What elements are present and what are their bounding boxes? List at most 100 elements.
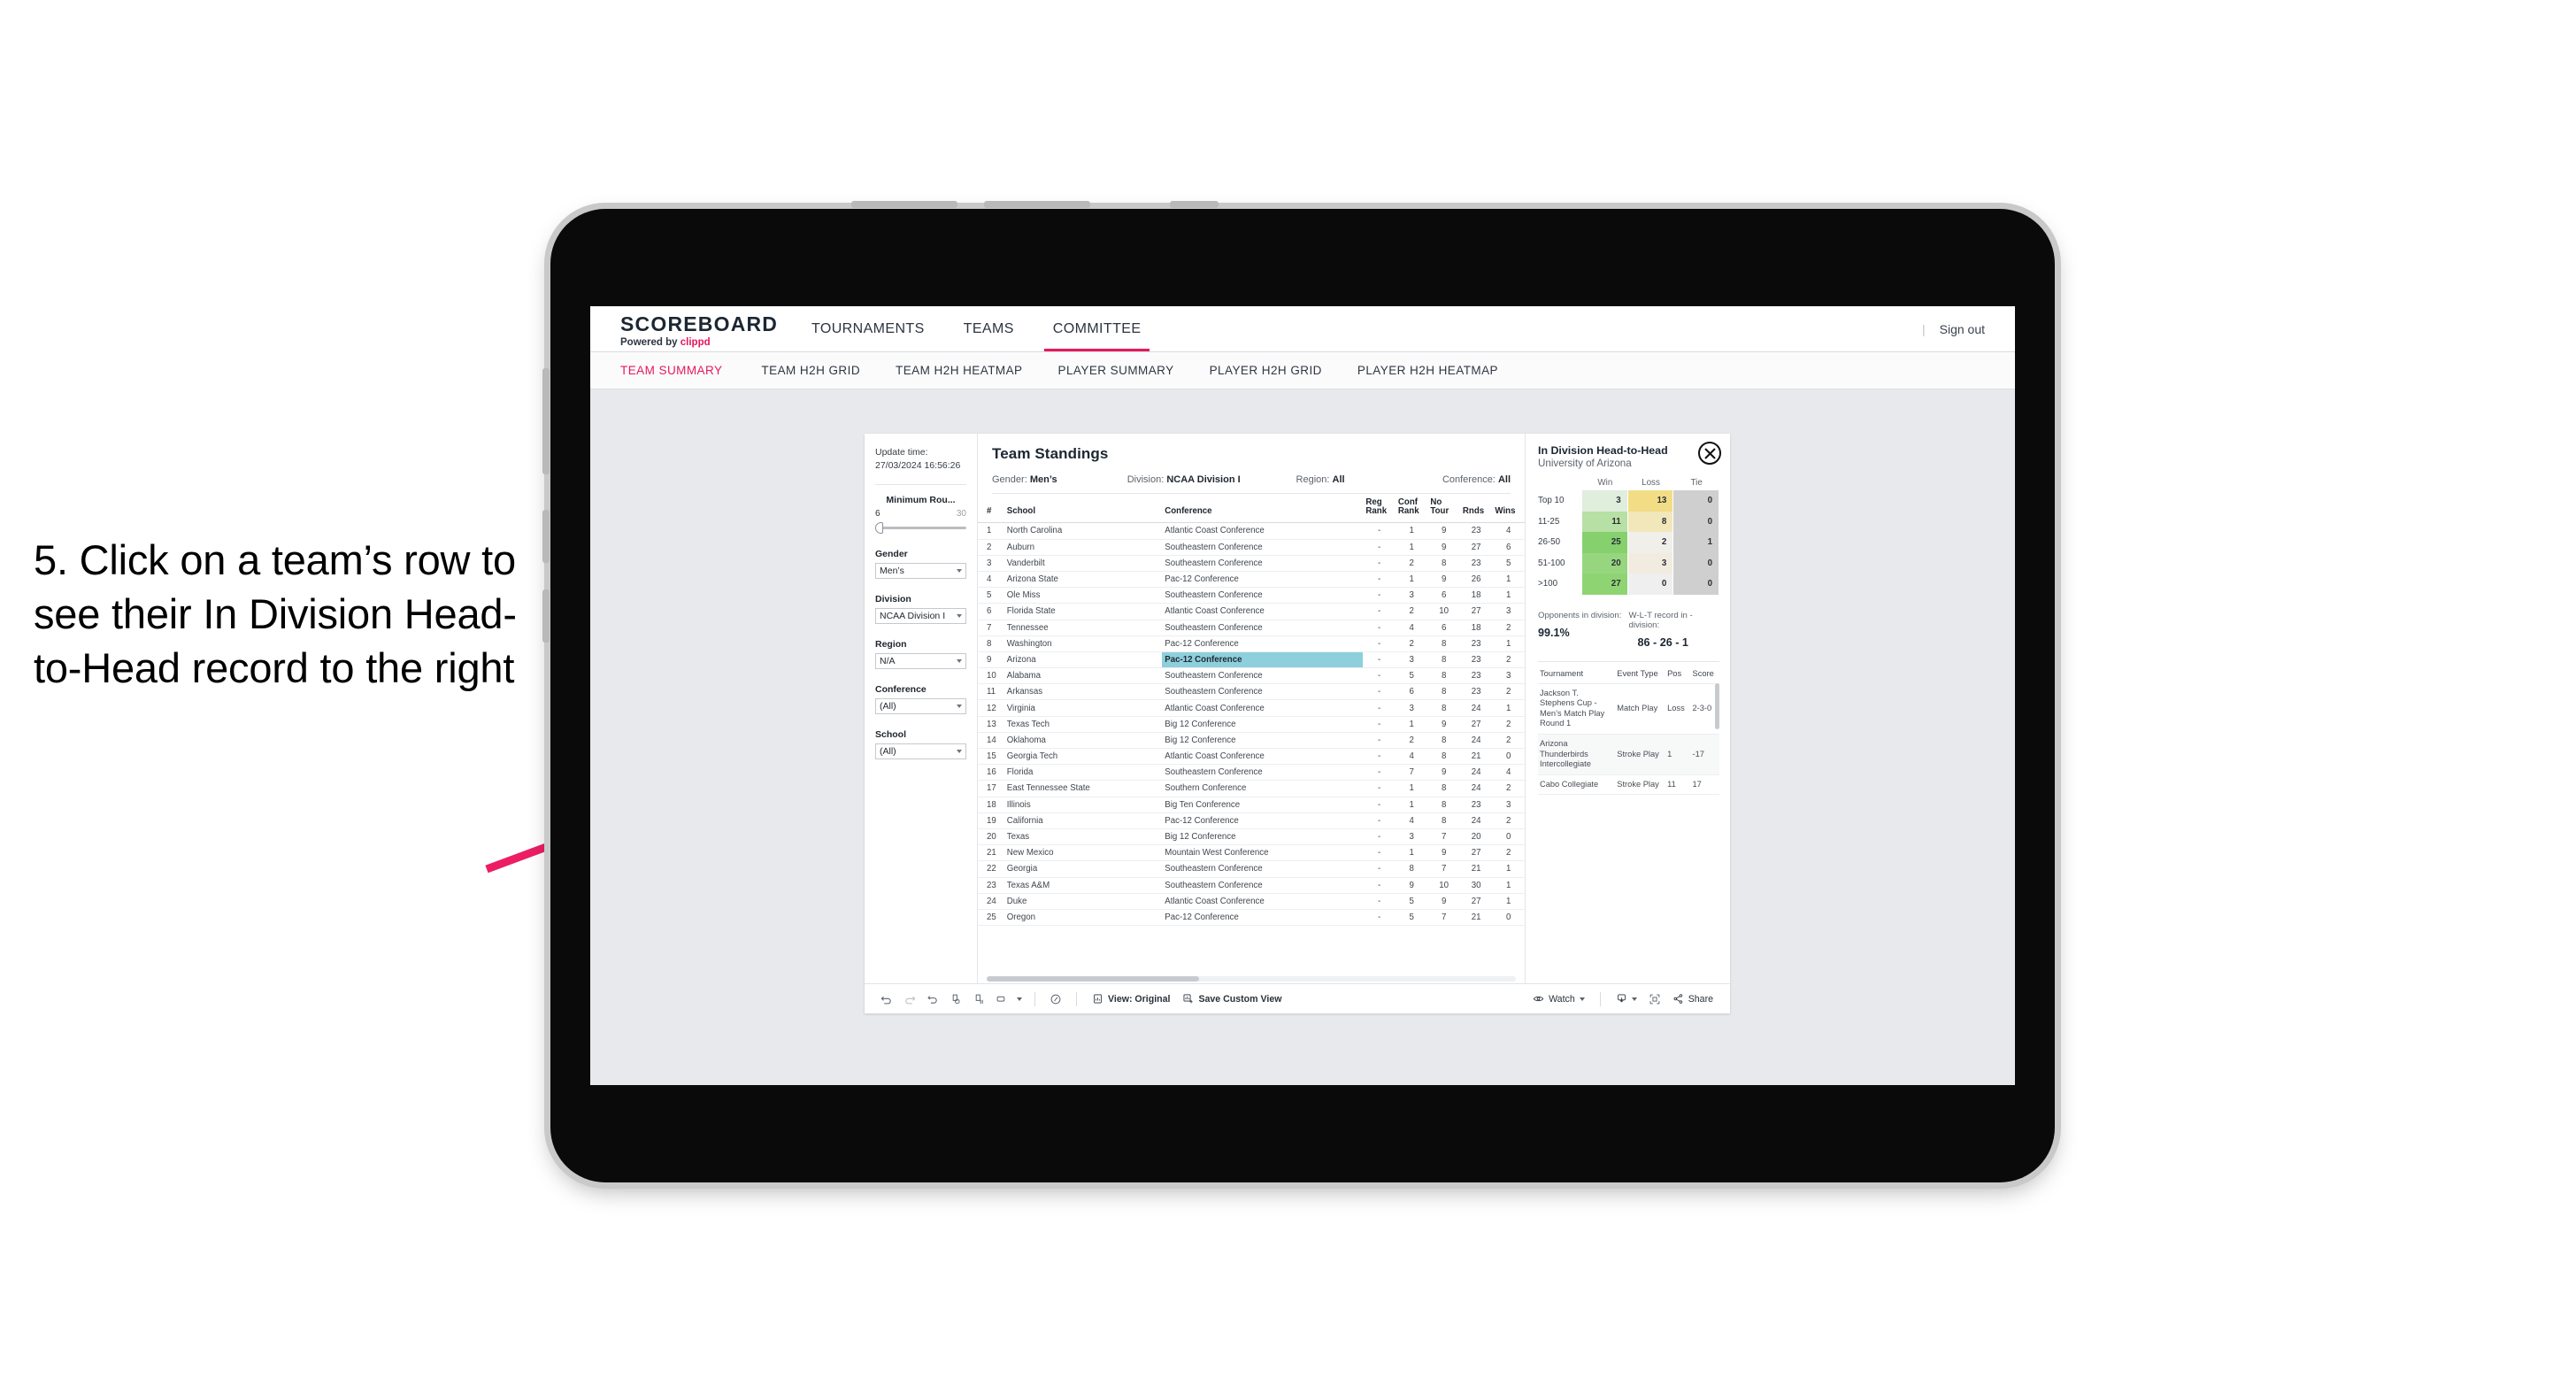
table-row[interactable]: 3 Vanderbilt Southeastern Conference -2 8 23 5 [978,555,1525,572]
watch-button[interactable]: Watch [1526,993,1591,1005]
table-row[interactable]: 10 Alabama Southeastern Conference -5 8 23 3 [978,667,1525,685]
nav-committee[interactable]: COMMITTEE [1034,306,1161,351]
pause-auto-update-icon[interactable] [1044,988,1067,1011]
tab-team-h2h-grid[interactable]: TEAM H2H GRID [743,364,878,377]
sign-out-link[interactable]: Sign out [1940,322,1985,336]
h2h-row-label: 26-50 [1538,532,1582,553]
undo-icon[interactable] [875,988,898,1011]
table-row[interactable]: 8 Washington Pac-12 Conference -2 8 23 1 [978,635,1525,652]
h2h-cell-tie[interactable]: 0 [1673,552,1720,574]
table-row[interactable]: 9 Arizona Pac-12 Conference -3 8 23 2 [978,651,1525,669]
col-rnds[interactable]: Rnds [1459,494,1493,524]
conference-select[interactable]: (All) [875,698,966,715]
h2h-cell-win[interactable]: 27 [1582,574,1628,595]
tab-player-h2h-grid[interactable]: PLAYER H2H GRID [1192,364,1340,377]
share-button[interactable]: Share [1666,993,1719,1005]
h2h-row-label: >100 [1538,574,1582,595]
division-select[interactable]: NCAA Division I [875,608,966,625]
minimum-rounds-max: 30 [956,509,966,520]
pause-updates-icon[interactable] [967,988,990,1011]
table-row[interactable]: 2 Auburn Southeastern Conference -1 9 27 6 [978,539,1525,556]
list-item[interactable]: Cabo Collegiate Stroke Play 11 17 [1538,774,1719,796]
h2h-cell-tie[interactable]: 1 [1673,532,1720,553]
table-row[interactable]: 12 Virginia Atlantic Coast Conference -3 8 24… [978,699,1525,717]
close-icon[interactable] [1698,442,1721,465]
table-row[interactable]: 21 New Mexico Mountain West Conference -1 9 2… [978,844,1525,862]
table-row[interactable]: 24 Duke Atlantic Coast Conference -5 9 27 1 [978,893,1525,910]
minimum-rounds-slider[interactable] [875,521,966,535]
redo-icon[interactable] [898,988,921,1011]
h2h-cell-win[interactable]: 11 [1582,511,1628,532]
col-rank[interactable]: # [978,494,1004,524]
save-custom-view-button[interactable]: Save Custom View [1176,993,1288,1005]
device-layout-icon[interactable] [990,988,1013,1011]
h2h-cell-loss[interactable]: 2 [1627,532,1674,553]
col-no-tour[interactable]: No Tour [1427,494,1460,524]
col-event-type[interactable]: Event Type [1615,661,1666,684]
tab-team-h2h-heatmap[interactable]: TEAM H2H HEATMAP [878,364,1040,377]
table-row[interactable]: 22 Georgia Southeastern Conference -8 7 21 1 [978,860,1525,878]
col-score[interactable]: Score [1690,661,1719,684]
refresh-data-icon[interactable] [944,988,967,1011]
col-tournament[interactable]: Tournament [1538,661,1616,684]
table-row[interactable]: 18 Illinois Big Ten Conference -1 8 23 3 [978,797,1525,813]
table-row[interactable]: 25 Oregon Pac-12 Conference -5 7 21 0 [978,909,1525,927]
h2h-cell-tie[interactable]: 0 [1673,574,1720,595]
col-conference[interactable]: Conference [1162,494,1364,524]
device-layout-caret-icon[interactable] [1013,988,1026,1011]
slider-handle[interactable] [875,522,883,535]
table-row[interactable]: 16 Florida Southeastern Conference -7 9 24 4 [978,764,1525,782]
cell-wins: 4 [1492,522,1525,540]
cell-reg-rank: - [1363,555,1396,572]
table-row[interactable]: 19 California Pac-12 Conference -4 8 24 2 [978,812,1525,829]
tab-player-summary[interactable]: PLAYER SUMMARY [1041,364,1192,377]
table-row[interactable]: 23 Texas A&M Southeastern Conference -9 10 30… [978,877,1525,894]
table-row[interactable]: 14 Oklahoma Big 12 Conference -2 8 24 2 [978,732,1525,750]
table-row[interactable]: 4 Arizona State Pac-12 Conference -1 9 26 1 [978,571,1525,589]
h2h-cell-loss[interactable]: 8 [1627,511,1674,532]
table-row[interactable]: 15 Georgia Tech Atlantic Coast Conference -… [978,748,1525,766]
nav-tournaments[interactable]: TOURNAMENTS [792,306,944,351]
download-button[interactable] [1610,993,1643,1005]
horizontal-scrollbar-thumb[interactable] [987,976,1199,982]
col-pos[interactable]: Pos [1665,661,1691,684]
h2h-cell-loss[interactable]: 0 [1627,574,1674,595]
list-item[interactable]: Arizona Thunderbirds Intercollegiate Stro… [1538,734,1719,775]
cell-conference: Big Ten Conference [1162,797,1364,813]
table-row[interactable]: 20 Texas Big 12 Conference -3 7 20 0 [978,828,1525,846]
region-select[interactable]: N/A [875,653,966,670]
h2h-cell-tie[interactable]: 0 [1673,490,1720,512]
cell-no-tour: 8 [1427,732,1460,750]
table-row[interactable]: 6 Florida State Atlantic Coast Conference -… [978,603,1525,620]
brand-logo[interactable]: SCOREBOARD Powered by clippd [590,306,777,351]
tab-team-summary[interactable]: TEAM SUMMARY [620,364,743,377]
h2h-cell-win[interactable]: 3 [1582,490,1628,512]
h2h-cell-tie[interactable]: 0 [1673,511,1720,532]
table-row[interactable]: 17 East Tennessee State Southern Conferenc… [978,780,1525,797]
list-item[interactable]: Jackson T. Stephens Cup - Men’s Match Pl… [1538,683,1719,735]
division-label: Division [875,594,911,605]
col-reg-rank[interactable]: Reg Rank [1363,494,1396,524]
h2h-cell-win[interactable]: 25 [1582,532,1628,553]
table-row[interactable]: 1 North Carolina Atlantic Coast Conference… [978,522,1525,540]
table-row[interactable]: 11 Arkansas Southeastern Conference -6 8 23 2 [978,683,1525,701]
view-original-button[interactable]: View: Original [1086,993,1176,1005]
col-conf-rank[interactable]: Conf Rank [1395,494,1428,524]
summary-region: Region: All [1296,474,1442,485]
col-school[interactable]: School [1003,494,1163,524]
h2h-cell-loss[interactable]: 3 [1627,552,1674,574]
tab-player-h2h-heatmap[interactable]: PLAYER H2H HEATMAP [1340,364,1516,377]
table-row[interactable]: 13 Texas Tech Big 12 Conference -1 9 27 2 [978,716,1525,733]
chevron-down-icon [1631,997,1637,1001]
h2h-cell-loss[interactable]: 13 [1627,490,1674,512]
nav-teams[interactable]: TEAMS [944,306,1034,351]
school-select[interactable]: (All) [875,743,966,760]
tournament-scrollbar-thumb[interactable] [1715,682,1719,729]
col-wins[interactable]: Wins [1492,494,1525,524]
revert-icon[interactable] [921,988,944,1011]
gender-select[interactable]: Men’s [875,563,966,580]
table-row[interactable]: 5 Ole Miss Southeastern Conference -3 6 18 1 [978,587,1525,604]
table-row[interactable]: 7 Tennessee Southeastern Conference -4 6 18 2 [978,620,1525,636]
fullscreen-icon[interactable] [1643,988,1666,1011]
h2h-cell-win[interactable]: 20 [1582,552,1628,574]
